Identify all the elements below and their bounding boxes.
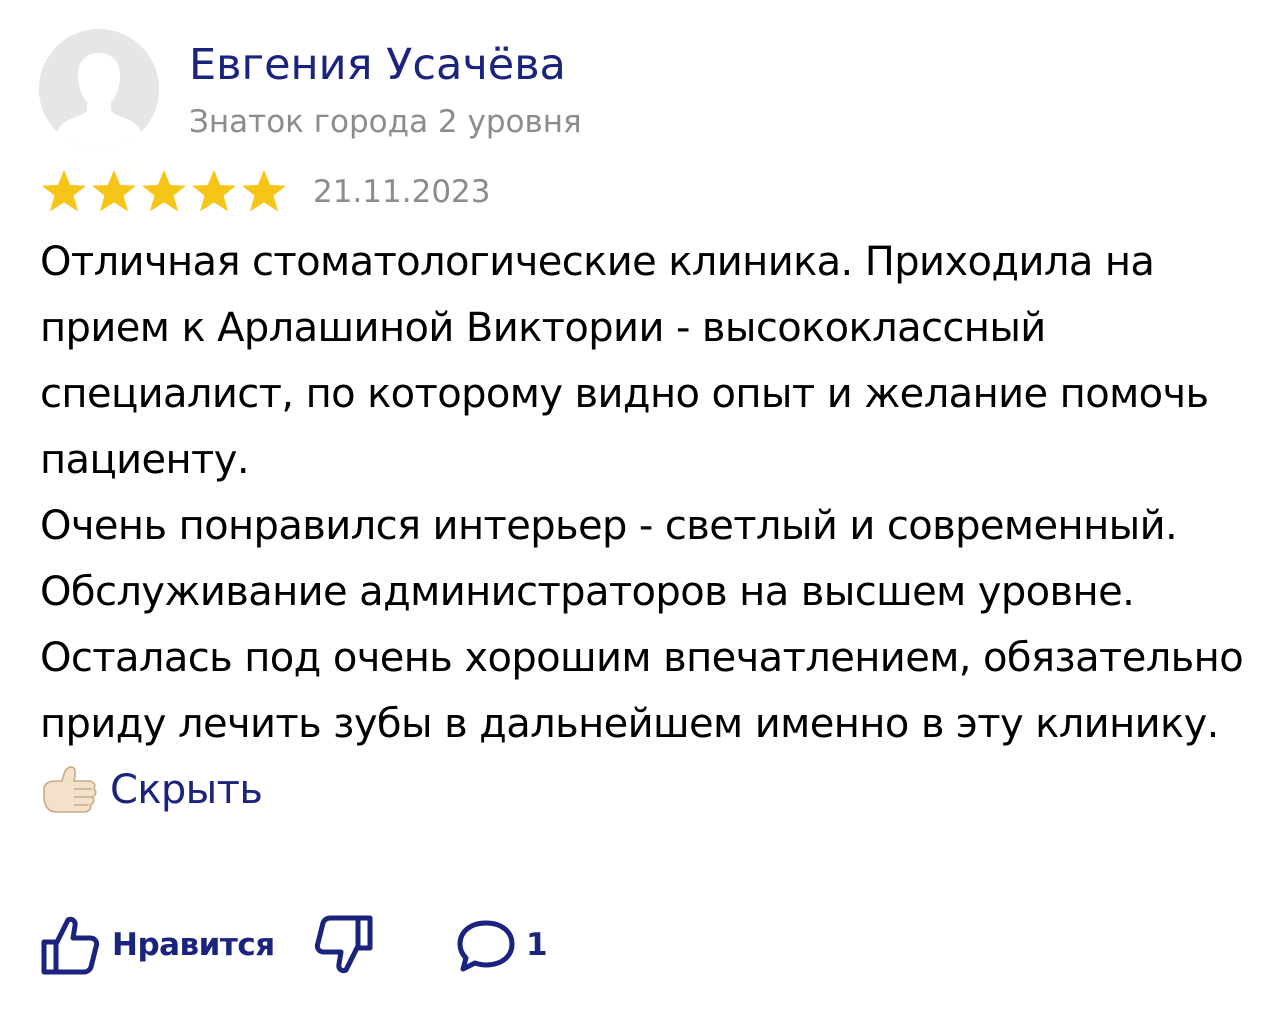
review-card: Евгения Усачёва Знаток города 2 уровня 2…	[0, 0, 1273, 1018]
comment-count: 1	[526, 927, 548, 963]
hide-link[interactable]: Скрыть	[110, 767, 263, 813]
thumbs-up-outline-icon	[41, 916, 100, 975]
star-icon	[92, 170, 136, 212]
review-paragraph: Осталась под очень хорошим впечатлением,…	[40, 625, 1255, 823]
review-date: 21.11.2023	[313, 174, 491, 210]
like-button[interactable]: Нравится	[40, 912, 275, 978]
review-text: Отличная стоматологические клиника. Прих…	[40, 229, 1255, 823]
avatar[interactable]	[39, 29, 159, 149]
speech-bubble-icon	[457, 920, 515, 972]
rating-stars	[40, 168, 288, 216]
star-icon	[142, 170, 186, 212]
author-name[interactable]: Евгения Усачёва	[189, 39, 566, 91]
review-paragraph: Отличная стоматологические клиника. Прих…	[40, 239, 1209, 483]
user-silhouette-icon	[39, 29, 159, 149]
thumbs-up-emoji-icon	[43, 766, 97, 813]
star-icon	[242, 170, 286, 212]
review-paragraph: Очень понравился интерьер - светлый и со…	[40, 503, 1178, 615]
author-level: Знаток города 2 уровня	[189, 104, 582, 140]
star-icon	[42, 170, 86, 212]
comment-button[interactable]: 1	[456, 912, 548, 978]
thumbs-down-outline-icon	[314, 915, 373, 974]
star-icon	[192, 170, 236, 212]
like-label: Нравится	[112, 927, 275, 963]
review-paragraph-text: Осталась под очень хорошим впечатлением,…	[40, 635, 1244, 747]
dislike-button[interactable]	[314, 912, 374, 978]
